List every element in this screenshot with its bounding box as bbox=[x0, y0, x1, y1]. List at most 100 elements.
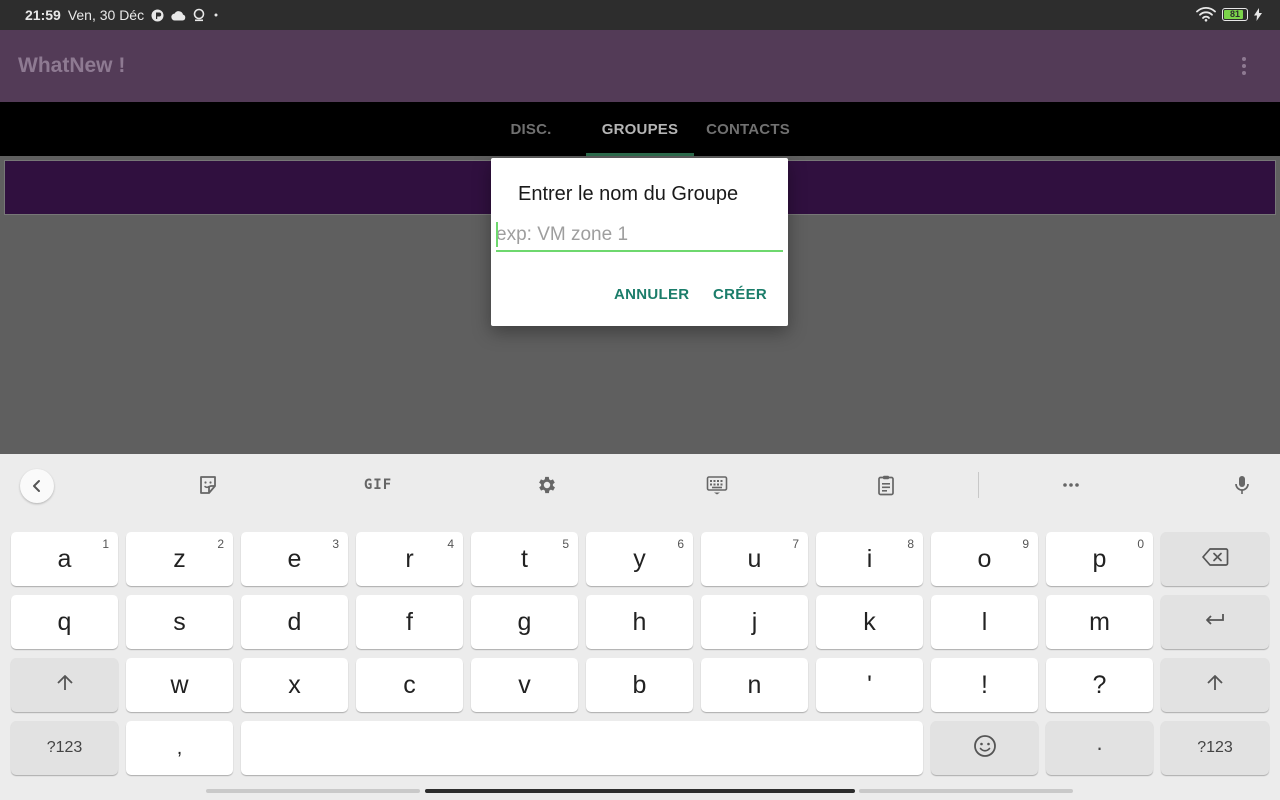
tab-label: DISC. bbox=[510, 120, 552, 138]
tab-groupes[interactable]: GROUPES bbox=[586, 102, 694, 156]
key-v[interactable]: v bbox=[471, 658, 578, 712]
gesture-nav-handle[interactable] bbox=[425, 789, 855, 793]
battery-icon: 81 bbox=[1222, 7, 1248, 21]
more-notifications-dot-icon bbox=[212, 11, 220, 19]
key-exclamation[interactable]: ! bbox=[931, 658, 1038, 712]
key-label: e bbox=[287, 544, 302, 573]
key-h[interactable]: h bbox=[586, 595, 693, 649]
key-y[interactable]: y6 bbox=[586, 532, 693, 586]
key-w[interactable]: w bbox=[126, 658, 233, 712]
keyboard-layout-icon[interactable] bbox=[700, 468, 734, 502]
app-bar: WhatNew ! bbox=[0, 30, 1280, 102]
sticker-icon[interactable] bbox=[191, 468, 225, 502]
key-o[interactable]: o9 bbox=[931, 532, 1038, 586]
wifi-icon bbox=[1196, 6, 1216, 22]
text-caret bbox=[496, 222, 498, 247]
key-hint: 0 bbox=[1137, 537, 1144, 551]
key-b[interactable]: b bbox=[586, 658, 693, 712]
status-bar: 21:59 Ven, 30 Déc 81 bbox=[0, 0, 1280, 30]
enter-key[interactable] bbox=[1161, 595, 1269, 649]
gear-icon[interactable] bbox=[530, 468, 564, 502]
key-j[interactable]: j bbox=[701, 595, 808, 649]
symbols-key-left[interactable]: ?123 bbox=[11, 721, 118, 775]
key-label: r bbox=[405, 544, 414, 573]
shift-key-left[interactable] bbox=[11, 658, 118, 712]
key-hint: 4 bbox=[447, 537, 454, 551]
key-label: y bbox=[633, 544, 646, 573]
more-options-icon[interactable] bbox=[1054, 468, 1088, 502]
tab-discussions[interactable]: DISC. bbox=[477, 102, 585, 156]
nav-bar-segment-left bbox=[206, 789, 420, 793]
emoji-key[interactable] bbox=[931, 721, 1038, 775]
emoji-icon bbox=[973, 734, 997, 763]
key-label: t bbox=[521, 544, 528, 573]
key-label: u bbox=[747, 544, 762, 573]
key-hint: 9 bbox=[1022, 537, 1029, 551]
key-label: z bbox=[173, 544, 186, 573]
overflow-menu-icon[interactable] bbox=[1232, 54, 1256, 78]
soft-keyboard: GIF a1 z2 e3 r4 t5 y6 u7 i8 o9 p0 q s d … bbox=[0, 454, 1280, 800]
key-q[interactable]: q bbox=[11, 595, 118, 649]
cancel-button[interactable]: ANNULER bbox=[614, 286, 689, 303]
key-z[interactable]: z2 bbox=[126, 532, 233, 586]
key-apostrophe[interactable]: ' bbox=[816, 658, 923, 712]
key-m[interactable]: m bbox=[1046, 595, 1153, 649]
create-group-dialog: Entrer le nom du Groupe ANNULER CRÉER bbox=[491, 158, 788, 326]
key-a[interactable]: a1 bbox=[11, 532, 118, 586]
space-key[interactable] bbox=[241, 721, 923, 775]
key-c[interactable]: c bbox=[356, 658, 463, 712]
key-question[interactable]: ? bbox=[1046, 658, 1153, 712]
charging-bolt-icon bbox=[1254, 7, 1262, 21]
shift-key-right[interactable] bbox=[1161, 658, 1269, 712]
nav-bar-segment-right bbox=[859, 789, 1073, 793]
key-r[interactable]: r4 bbox=[356, 532, 463, 586]
backspace-key[interactable] bbox=[1161, 532, 1269, 586]
shift-arrow-icon bbox=[55, 673, 75, 698]
enter-icon bbox=[1203, 611, 1227, 634]
key-l[interactable]: l bbox=[931, 595, 1038, 649]
key-n[interactable]: n bbox=[701, 658, 808, 712]
toolbar-divider bbox=[978, 472, 979, 498]
key-t[interactable]: t5 bbox=[471, 532, 578, 586]
key-period[interactable]: · bbox=[1046, 721, 1153, 775]
key-comma[interactable]: , bbox=[126, 721, 233, 775]
key-x[interactable]: x bbox=[241, 658, 348, 712]
microphone-icon[interactable] bbox=[1225, 468, 1259, 502]
key-hint: 6 bbox=[677, 537, 684, 551]
tab-bar: DISC. GROUPES CONTACTS bbox=[0, 102, 1280, 156]
group-name-input[interactable] bbox=[496, 220, 783, 250]
key-d[interactable]: d bbox=[241, 595, 348, 649]
key-hint: 5 bbox=[562, 537, 569, 551]
key-label: a bbox=[57, 544, 72, 573]
key-k[interactable]: k bbox=[816, 595, 923, 649]
key-hint: 3 bbox=[332, 537, 339, 551]
key-label: i bbox=[866, 544, 873, 573]
symbols-key-right[interactable]: ?123 bbox=[1161, 721, 1269, 775]
key-hint: 1 bbox=[102, 537, 109, 551]
clipboard-icon[interactable] bbox=[869, 468, 903, 502]
chevron-left-icon[interactable] bbox=[20, 469, 54, 503]
tab-label: CONTACTS bbox=[706, 120, 790, 138]
create-button[interactable]: CRÉER bbox=[713, 286, 767, 303]
key-s[interactable]: s bbox=[126, 595, 233, 649]
group-name-field bbox=[496, 220, 783, 252]
key-hint: 7 bbox=[792, 537, 799, 551]
notification-app-icon bbox=[151, 9, 164, 22]
key-u[interactable]: u7 bbox=[701, 532, 808, 586]
status-date: Ven, 30 Déc bbox=[67, 7, 145, 23]
key-hint: 8 bbox=[907, 537, 914, 551]
app-title: WhatNew ! bbox=[18, 54, 126, 77]
shift-arrow-icon bbox=[1205, 673, 1225, 698]
key-e[interactable]: e3 bbox=[241, 532, 348, 586]
battery-level: 81 bbox=[1229, 9, 1240, 19]
key-g[interactable]: g bbox=[471, 595, 578, 649]
dialog-title: Entrer le nom du Groupe bbox=[518, 183, 739, 205]
backspace-icon bbox=[1201, 547, 1229, 572]
gif-button[interactable]: GIF bbox=[361, 468, 395, 502]
cloud-icon bbox=[171, 10, 186, 21]
key-i[interactable]: i8 bbox=[816, 532, 923, 586]
keyboard-toolbar: GIF bbox=[0, 454, 1280, 516]
key-f[interactable]: f bbox=[356, 595, 463, 649]
tab-contacts[interactable]: CONTACTS bbox=[694, 102, 802, 156]
key-p[interactable]: p0 bbox=[1046, 532, 1153, 586]
